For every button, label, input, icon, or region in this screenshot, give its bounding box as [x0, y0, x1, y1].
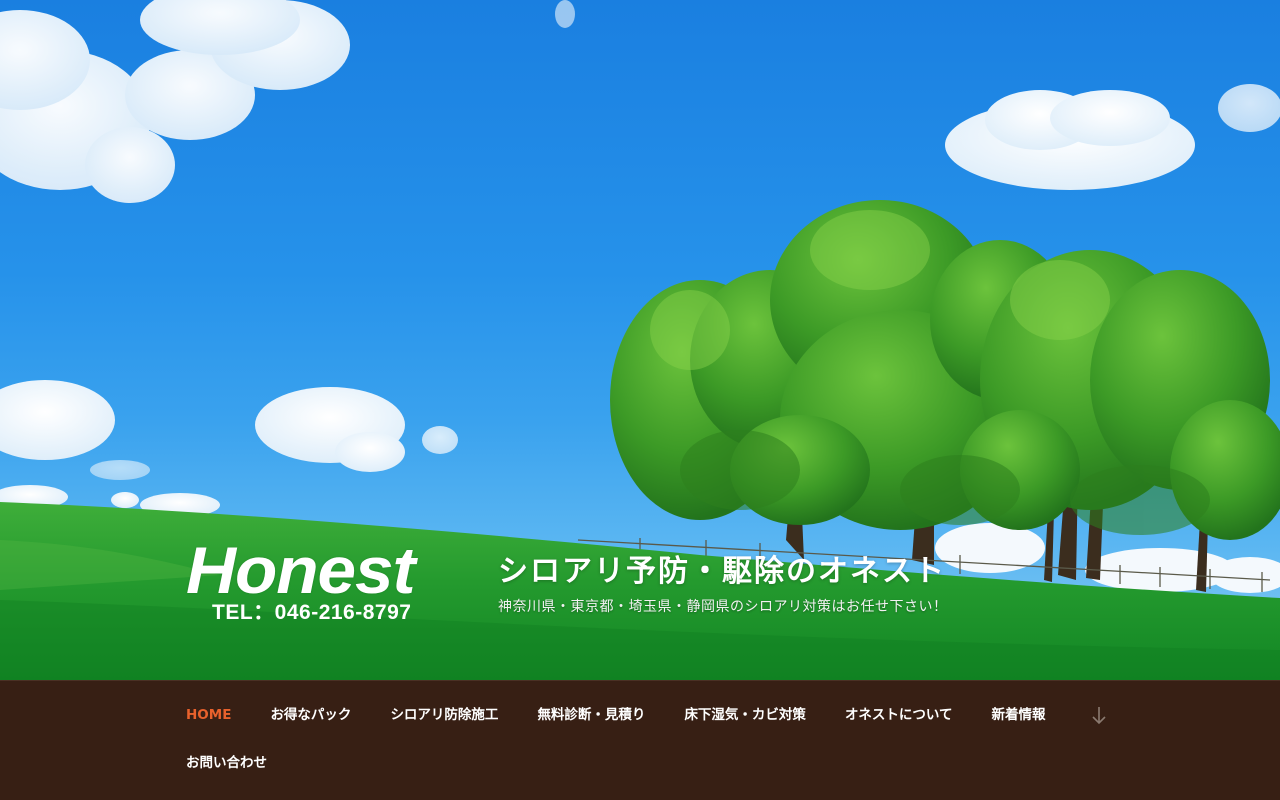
site-branding: Honest TEL：046-216-8797 シロアリ予防・駆除のオネスト 神…	[186, 534, 1086, 630]
site-logo[interactable]: Honest TEL：046-216-8797	[186, 534, 464, 628]
nav-item-free-estimate[interactable]: 無料診断・見積り	[537, 691, 645, 739]
nav-row-1: HOME お得なパック シロアリ防除施工 無料診断・見積り 床下湿気・カビ対策 …	[186, 691, 1109, 739]
main-navigation: HOME お得なパック シロアリ防除施工 無料診断・見積り 床下湿気・カビ対策 …	[0, 680, 1280, 800]
nav-item-about[interactable]: オネストについて	[845, 691, 953, 739]
nav-item-underfloor-moisture[interactable]: 床下湿気・カビ対策	[684, 691, 806, 739]
nav-row-2: お問い合わせ	[186, 739, 306, 787]
logo-phone-number: TEL：046-216-8797	[212, 601, 412, 624]
nav-item-contact[interactable]: お問い合わせ	[186, 739, 267, 787]
logo-wordmark: Honest	[186, 533, 416, 607]
nav-item-termite-treatment[interactable]: シロアリ防除施工	[390, 691, 498, 739]
nav-item-home[interactable]: HOME	[186, 691, 231, 739]
nav-item-value-pack[interactable]: お得なパック	[270, 691, 351, 739]
site-description: 神奈川県・東京都・埼玉県・静岡県のシロアリ対策はお任せ下さい！	[498, 599, 948, 615]
header-hero-image: Honest TEL：046-216-8797 シロアリ予防・駆除のオネスト 神…	[0, 0, 1280, 680]
nav-item-news[interactable]: 新着情報	[992, 691, 1046, 739]
arrow-down-icon[interactable]	[1089, 691, 1109, 739]
site-title[interactable]: シロアリ予防・駆除のオネスト	[498, 554, 946, 590]
